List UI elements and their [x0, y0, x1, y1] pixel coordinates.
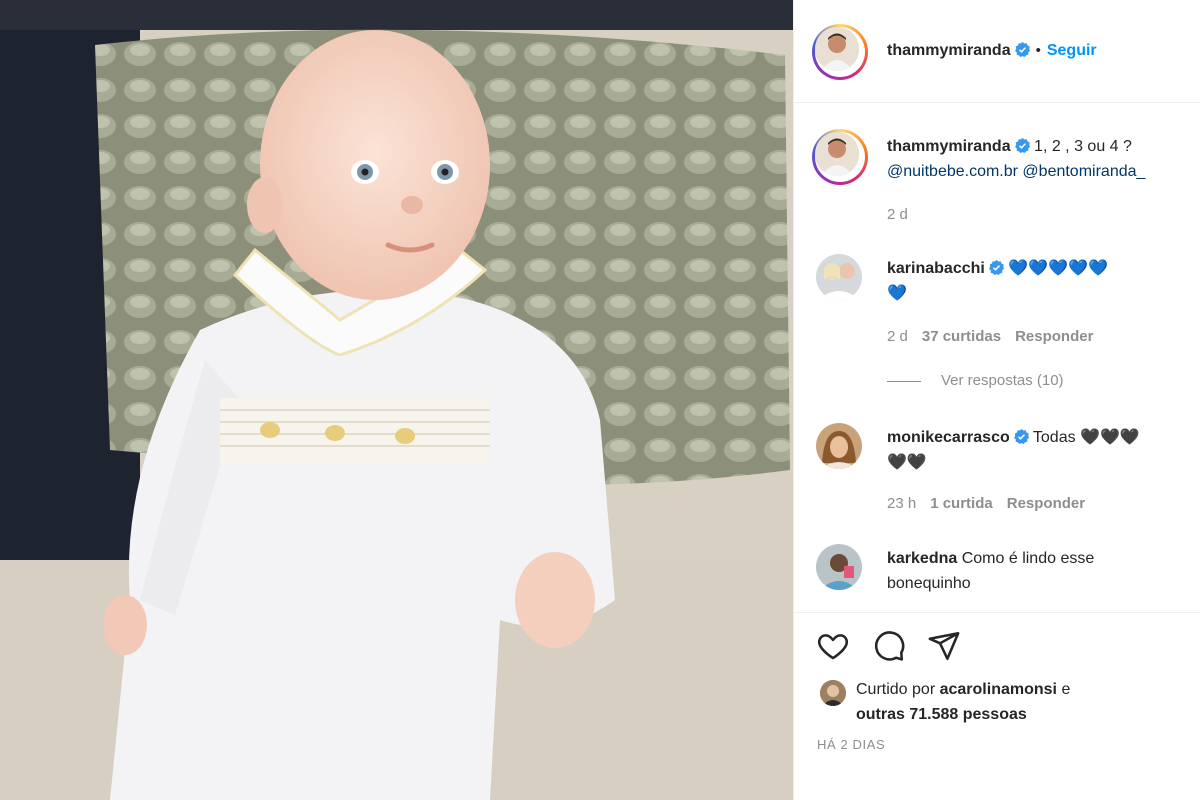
caption-avatar[interactable]: [812, 129, 868, 185]
comment-username[interactable]: karinabacchi: [887, 260, 985, 277]
comment-line-1: monikecarrasco Todas 🖤🖤🖤: [887, 426, 1140, 450]
comment-icon: [874, 631, 905, 661]
comment-username[interactable]: monikecarrasco: [887, 429, 1010, 446]
comment-meta: 23 h 1 curtida Responder: [887, 495, 1085, 512]
verified-badge-icon: [1013, 429, 1029, 444]
share-icon: [928, 631, 960, 661]
replies-divider: [887, 380, 921, 382]
comment-time: 2 d: [887, 328, 908, 345]
comment-text-continued: 🖤🖤: [887, 454, 927, 471]
comment-meta: 2 d 37 curtidas Responder: [887, 328, 1093, 345]
comment-text: 💙💙💙💙💙: [1008, 260, 1108, 277]
comment-text: Como é lindo esse: [961, 550, 1095, 567]
reply-button[interactable]: Responder: [1015, 328, 1093, 345]
post-photo[interactable]: [0, 0, 793, 800]
comment-likes[interactable]: 1 curtida: [930, 495, 993, 512]
post-header: thammymiranda • Seguir: [794, 0, 1200, 103]
caption-time: 2 d: [887, 206, 908, 223]
liked-by-prefix: Curtido por: [856, 681, 936, 698]
comment-text: Todas 🖤🖤🖤: [1032, 429, 1140, 446]
liked-by-user[interactable]: acarolinamonsi: [940, 681, 1057, 698]
liker-avatar[interactable]: [820, 680, 846, 706]
share-button[interactable]: [927, 629, 961, 663]
commenter-avatar[interactable]: [816, 544, 862, 590]
caption-line-1: thammymiranda 1, 2 , 3 ou 4 ?: [887, 135, 1132, 159]
verified-badge-icon: [988, 260, 1004, 275]
author-username[interactable]: thammymiranda: [887, 42, 1011, 59]
caption-mentions[interactable]: @nuitbebe.com.br @bentomiranda_: [887, 160, 1145, 184]
header-text: thammymiranda • Seguir: [887, 42, 1097, 60]
header-separator: •: [1035, 42, 1041, 59]
instagram-post: thammymiranda • Seguir thammymiranda 1, 2 …: [0, 0, 1200, 800]
post-details-panel: thammymiranda • Seguir thammymiranda 1, 2 …: [793, 0, 1200, 800]
comment-likes[interactable]: 37 curtidas: [922, 328, 1001, 345]
comment-time: 23 h: [887, 495, 917, 512]
liked-by-conj: e: [1061, 681, 1071, 698]
verified-badge-icon: [1014, 42, 1030, 57]
likes-count[interactable]: outras 71.588 pessoas: [856, 706, 1027, 723]
heart-icon: [817, 634, 849, 660]
comments-list[interactable]: thammymiranda 1, 2 , 3 ou 4 ? @nuitbebe.…: [794, 104, 1200, 612]
author-avatar[interactable]: [812, 24, 868, 80]
reply-button[interactable]: Responder: [1007, 495, 1085, 512]
commenter-avatar[interactable]: [816, 254, 862, 300]
comment-text-continued: 💙: [887, 285, 907, 302]
verified-badge-icon: [1014, 138, 1030, 153]
comment-line-1: karkedna Como é lindo esse: [887, 547, 1094, 571]
like-button[interactable]: [816, 629, 850, 663]
comment-button[interactable]: [872, 629, 906, 663]
view-replies-label[interactable]: Ver respostas (10): [941, 372, 1064, 389]
follow-button[interactable]: Seguir: [1047, 42, 1097, 59]
comment-text-continued: bonequinho: [887, 575, 971, 592]
comment-line-1: karinabacchi 💙💙💙💙💙: [887, 257, 1108, 281]
caption-text: 1, 2 , 3 ou 4 ?: [1034, 138, 1132, 155]
baby-photo-illustration: [0, 0, 793, 800]
comment-username[interactable]: karkedna: [887, 550, 957, 567]
commenter-avatar[interactable]: [816, 423, 862, 469]
view-replies-button[interactable]: Ver respostas (10): [887, 372, 1064, 389]
caption-username[interactable]: thammymiranda: [887, 138, 1011, 155]
post-date[interactable]: HÁ 2 DIAS: [817, 737, 885, 752]
post-actions: Curtido por acarolinamonsi e outras 71.5…: [794, 612, 1200, 800]
liked-by-summary: Curtido por acarolinamonsi e outras 71.5…: [856, 677, 1070, 727]
